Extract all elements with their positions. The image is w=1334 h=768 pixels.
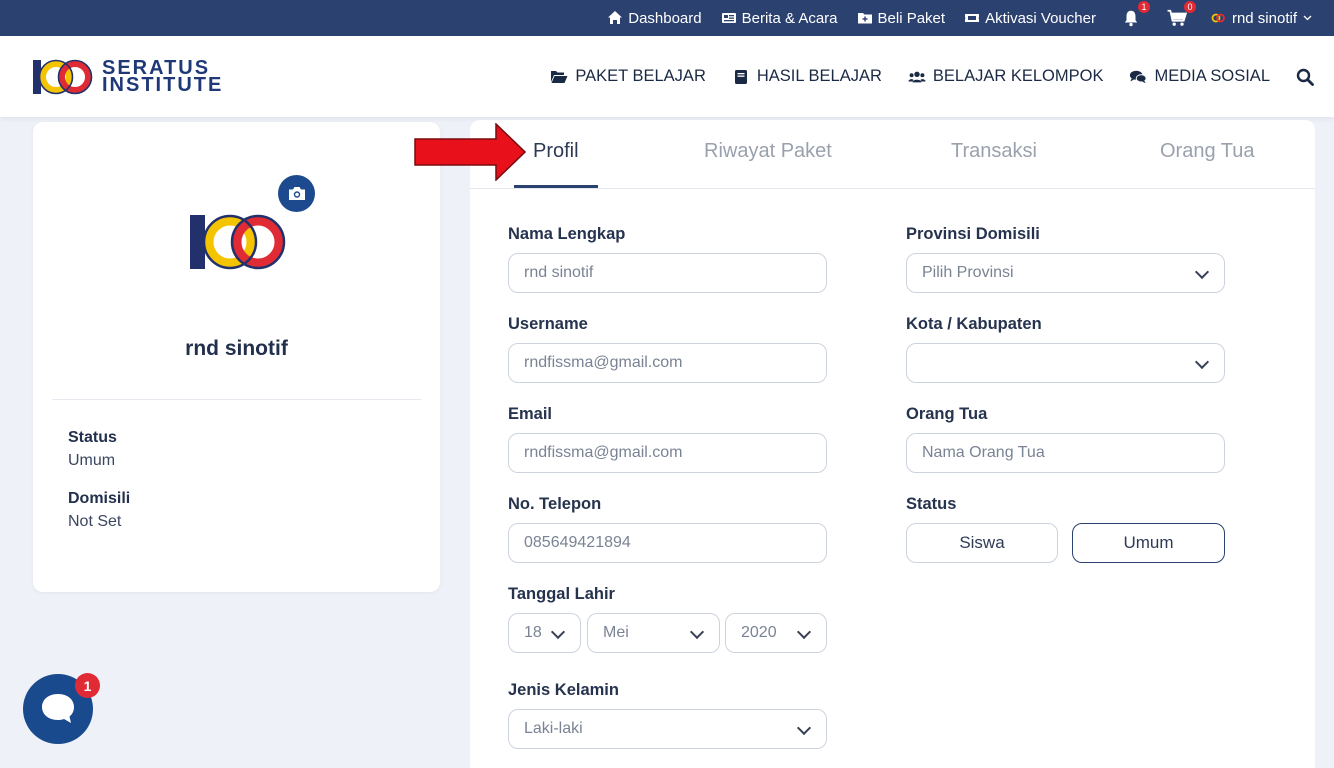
cart-badge: 0: [1183, 1, 1196, 13]
orang-tua-label: Orang Tua: [906, 405, 988, 423]
beli-paket-link[interactable]: Beli Paket: [857, 9, 946, 27]
brand-line2: INSTITUTE: [102, 74, 224, 96]
profile-avatar: [189, 214, 287, 274]
notification-button[interactable]: 1: [1120, 1, 1150, 29]
folder-open-icon: [551, 70, 568, 83]
nama-lengkap-input[interactable]: rnd sinotif: [508, 253, 827, 293]
username-label: Username: [508, 315, 588, 333]
beli-paket-label: Beli Paket: [877, 9, 946, 27]
newspaper-icon: [721, 13, 736, 23]
main-header: SERATUS INSTITUTE PAKET BELAJAR HASIL BE…: [0, 36, 1334, 117]
profile-card: rnd sinotif Status Umum Domisili Not Set: [33, 122, 440, 592]
ticket-icon: [965, 14, 980, 22]
change-photo-button[interactable]: [278, 175, 315, 212]
year-select[interactable]: 2020: [725, 613, 827, 653]
top-bar: Dashboard Berita & Acara Beli Paket Akti…: [0, 0, 1334, 36]
notification-badge: 1: [1137, 1, 1150, 13]
provinsi-select[interactable]: Pilih Provinsi: [906, 253, 1225, 293]
nav-media-sosial-label: MEDIA SOSIAL: [1154, 67, 1270, 85]
username-label: rnd sinotif: [1231, 9, 1297, 27]
domisili-value: Not Set: [68, 513, 122, 530]
comments-icon: [1130, 70, 1148, 83]
profile-form-card: Profil Riwayat Paket Transaksi Orang Tua…: [470, 120, 1315, 768]
chat-badge: 1: [75, 673, 100, 698]
nav-hasil-belajar-label: HASIL BELAJAR: [756, 67, 882, 85]
tab-transaksi[interactable]: Transaksi: [951, 140, 1037, 163]
dashboard-link[interactable]: Dashboard: [607, 9, 702, 27]
red-arrow-annotation: [414, 123, 526, 181]
berita-acara-label: Berita & Acara: [741, 9, 838, 27]
camera-icon: [288, 187, 305, 200]
aktivasi-voucher-label: Aktivasi Voucher: [985, 9, 1096, 27]
aktivasi-voucher-link[interactable]: Aktivasi Voucher: [964, 10, 1096, 27]
nama-lengkap-label: Nama Lengkap: [508, 225, 626, 243]
tab-profil[interactable]: Profil: [533, 140, 579, 163]
book-icon: [734, 69, 747, 84]
orang-tua-input[interactable]: Nama Orang Tua: [906, 433, 1225, 473]
nav-hasil-belajar[interactable]: HASIL BELAJAR: [732, 67, 882, 86]
nav-paket-belajar-label: PAKET BELAJAR: [575, 67, 706, 85]
chat-bubble-icon: [42, 694, 74, 723]
seratus-logo-icon: [33, 59, 93, 95]
telepon-input[interactable]: 085649421894: [508, 523, 827, 563]
nav-paket-belajar[interactable]: PAKET BELAJAR: [550, 67, 706, 86]
search-button[interactable]: [1296, 68, 1314, 86]
status-value: Umum: [68, 452, 116, 469]
tab-bar: Profil Riwayat Paket Transaksi Orang Tua: [470, 120, 1315, 189]
bell-icon: [1124, 10, 1138, 27]
chevron-down-icon: [1303, 15, 1312, 21]
jenis-kelamin-select[interactable]: Laki-laki: [508, 709, 827, 749]
username-input[interactable]: rndfissma@gmail.com: [508, 343, 827, 383]
form-status-label: Status: [906, 495, 957, 513]
month-select[interactable]: Mei: [587, 613, 720, 653]
seratus-avatar-logo-icon: [190, 214, 286, 270]
jenis-kelamin-label: Jenis Kelamin: [508, 681, 619, 699]
nav-belajar-kelompok[interactable]: BELAJAR KELOMPOK: [908, 67, 1104, 86]
day-select[interactable]: 18: [508, 613, 581, 653]
users-icon: [908, 71, 926, 82]
dashboard-label: Dashboard: [628, 9, 702, 27]
user-avatar-icon: [1211, 13, 1225, 23]
nav-belajar-kelompok-label: BELAJAR KELOMPOK: [932, 67, 1104, 85]
berita-acara-link[interactable]: Berita & Acara: [721, 10, 838, 27]
nav-media-sosial[interactable]: MEDIA SOSIAL: [1129, 67, 1270, 86]
kota-label: Kota / Kabupaten: [906, 315, 1042, 333]
status-siswa-button[interactable]: Siswa: [906, 523, 1058, 563]
folder-plus-icon: [857, 13, 872, 24]
domisili-label: Domisili: [68, 490, 131, 507]
status-label: Status: [68, 429, 117, 446]
profile-name: rnd sinotif: [185, 337, 288, 360]
cart-icon: [1167, 9, 1187, 26]
tanggal-lahir-label: Tanggal Lahir: [508, 585, 615, 603]
profile-divider: [52, 399, 421, 400]
email-label: Email: [508, 405, 553, 423]
main-nav: PAKET BELAJAR HASIL BELAJAR BELAJAR KELO…: [524, 36, 1314, 117]
status-umum-button[interactable]: Umum: [1072, 523, 1225, 563]
search-icon: [1296, 68, 1314, 86]
cart-button[interactable]: 0: [1166, 1, 1196, 29]
provinsi-label: Provinsi Domisili: [906, 225, 1040, 243]
telepon-label: No. Telepon: [508, 495, 602, 513]
kota-select[interactable]: [906, 343, 1225, 383]
home-icon: [608, 11, 623, 24]
tab-orang-tua[interactable]: Orang Tua: [1160, 140, 1255, 163]
user-menu[interactable]: rnd sinotif: [1210, 10, 1312, 27]
tab-riwayat-paket[interactable]: Riwayat Paket: [704, 140, 832, 163]
email-input[interactable]: rndfissma@gmail.com: [508, 433, 827, 473]
brand-logo[interactable]: SERATUS INSTITUTE: [32, 58, 223, 96]
active-tab-indicator: [514, 185, 598, 188]
